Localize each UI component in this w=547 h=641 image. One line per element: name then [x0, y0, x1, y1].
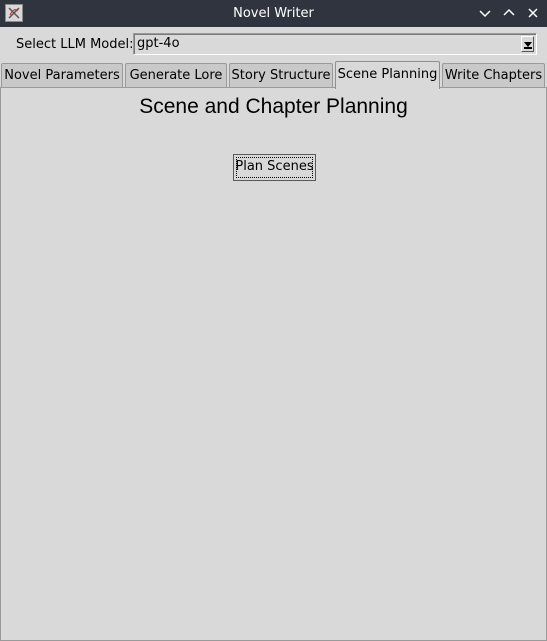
plan-scenes-label: Plan Scenes: [235, 159, 314, 174]
plan-scenes-button[interactable]: Plan Scenes: [233, 154, 316, 181]
tab-generate-lore[interactable]: Generate Lore: [125, 63, 227, 88]
dropdown-button[interactable]: [521, 36, 534, 52]
tab-novel-parameters[interactable]: Novel Parameters: [1, 63, 123, 88]
minimize-button[interactable]: [476, 4, 494, 22]
model-select-value: gpt-4o: [137, 36, 180, 51]
title-bar[interactable]: Novel Writer: [0, 0, 547, 27]
app-window: Novel Writer Select LLM Model: gpt-4o No…: [0, 0, 547, 641]
model-select[interactable]: gpt-4o: [133, 33, 537, 55]
scene-planning-panel: Scene and Chapter Planning Plan Scenes: [0, 87, 547, 641]
tab-write-chapters[interactable]: Write Chapters: [442, 63, 545, 88]
panel-title: Scene and Chapter Planning: [139, 95, 408, 118]
tab-story-structure[interactable]: Story Structure: [229, 63, 333, 88]
close-button[interactable]: [524, 4, 542, 22]
window-title: Novel Writer: [233, 6, 314, 21]
dropdown-bar: [524, 47, 532, 49]
close-icon: [528, 8, 538, 18]
chevron-down-icon: [479, 10, 491, 18]
chevron-up-icon: [503, 8, 515, 16]
maximize-button[interactable]: [500, 4, 518, 22]
tab-scene-planning[interactable]: Scene Planning: [335, 61, 440, 89]
tab-bar: Novel Parameters Generate Lore Story Str…: [0, 61, 547, 89]
model-select-label: Select LLM Model:: [16, 37, 134, 52]
